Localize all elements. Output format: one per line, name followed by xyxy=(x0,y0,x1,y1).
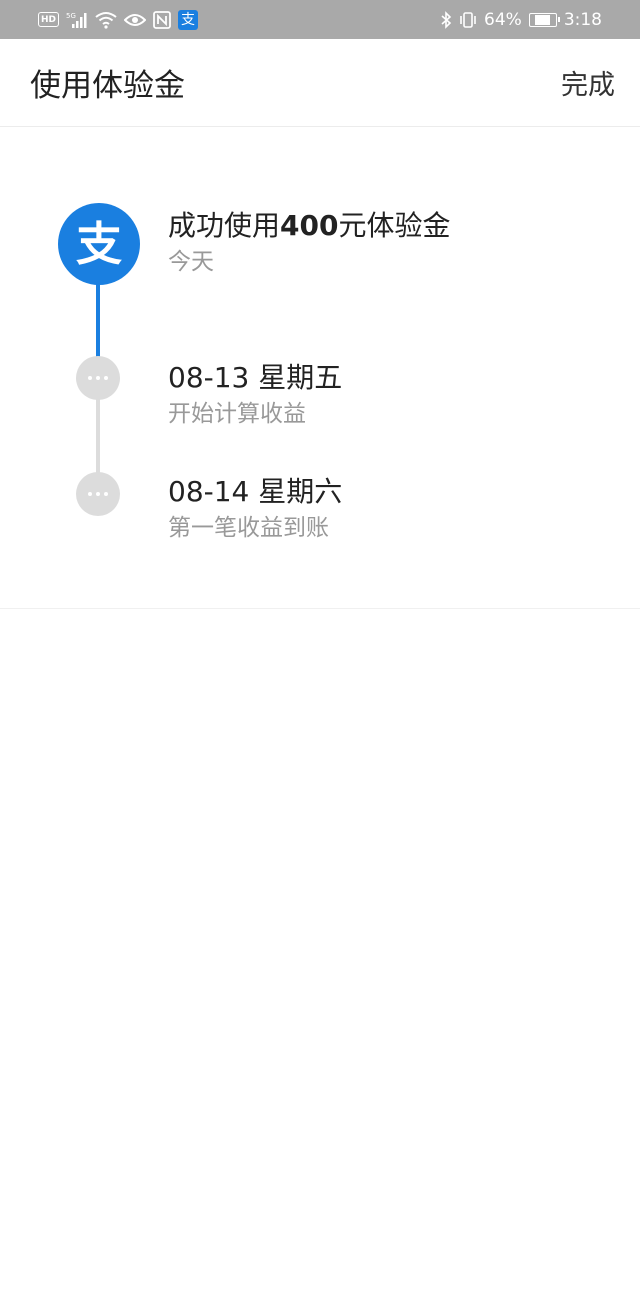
timeline-item: 成功使用400元体验金 今天 xyxy=(168,207,450,279)
timeline-item: 08-14 星期六 第一笔收益到账 xyxy=(168,473,342,545)
timeline-pending-dot-icon xyxy=(76,356,120,400)
vibrate-icon xyxy=(459,10,477,30)
done-button[interactable]: 完成 xyxy=(561,63,615,102)
battery-percent: 64% xyxy=(484,9,522,30)
bluetooth-icon xyxy=(440,10,452,30)
timeline-connector-inactive xyxy=(96,399,100,475)
status-bar: HD 5G 支 64% 3:18 xyxy=(0,0,640,39)
status-time: 3:18 xyxy=(563,9,602,30)
battery-fill xyxy=(535,14,551,25)
battery-icon xyxy=(528,12,560,27)
timeline-pending-dot-icon xyxy=(76,472,120,516)
timeline-item: 08-13 星期五 开始计算收益 xyxy=(168,359,342,431)
nav-bar: 使用体验金 完成 xyxy=(0,39,640,127)
eye-icon xyxy=(124,10,147,30)
title-suffix: 元体验金 xyxy=(338,209,451,242)
timeline-item-title: 08-13 星期五 xyxy=(168,361,343,394)
page-title: 使用体验金 xyxy=(30,68,185,104)
alipay-logo-icon: 支 xyxy=(58,203,140,285)
experience-amount: 400 xyxy=(280,209,339,242)
timeline-item-subtitle: 今天 xyxy=(168,249,214,275)
wifi-icon xyxy=(95,10,117,30)
status-bar-left: HD 5G 支 xyxy=(38,9,199,30)
svg-text:5G: 5G xyxy=(66,12,76,20)
hd-icon: HD xyxy=(38,12,60,27)
timeline-item-subtitle: 开始计算收益 xyxy=(168,401,306,427)
alipay-icon: 支 xyxy=(178,9,199,30)
timeline-connector-active xyxy=(96,277,100,359)
timeline-item-title: 成功使用400元体验金 xyxy=(168,207,450,245)
timeline-item-title: 08-14 星期六 xyxy=(168,475,343,508)
title-prefix: 成功使用 xyxy=(168,209,281,242)
timeline-item-subtitle: 第一笔收益到账 xyxy=(168,515,329,541)
timeline: 支 成功使用400元体验金 今天 08-13 星期五 开始计算收益 08-14 … xyxy=(0,127,640,609)
signal-5g-icon: 5G xyxy=(66,10,88,30)
status-bar-right: 64% 3:18 xyxy=(440,10,602,30)
nfc-icon xyxy=(153,10,171,30)
